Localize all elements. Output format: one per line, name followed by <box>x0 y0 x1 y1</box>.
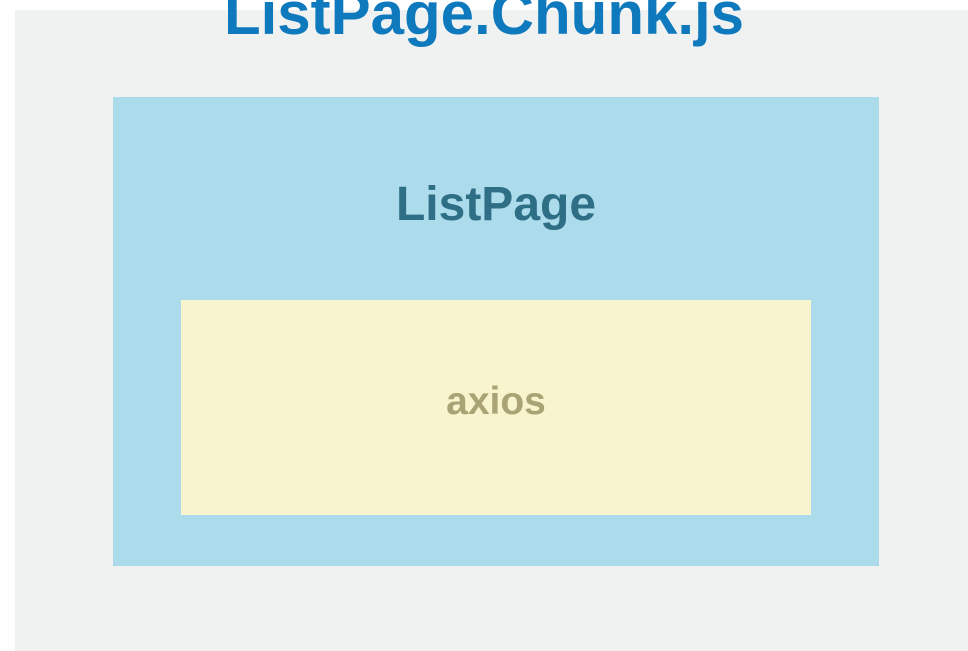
component-label: ListPage <box>395 178 597 231</box>
component-box: ListPage axios <box>113 97 879 566</box>
dependency-box: axios <box>181 300 811 515</box>
chunk-title: ListPage.Chunk.js <box>223 0 745 47</box>
dependency-label: axios <box>446 380 546 423</box>
